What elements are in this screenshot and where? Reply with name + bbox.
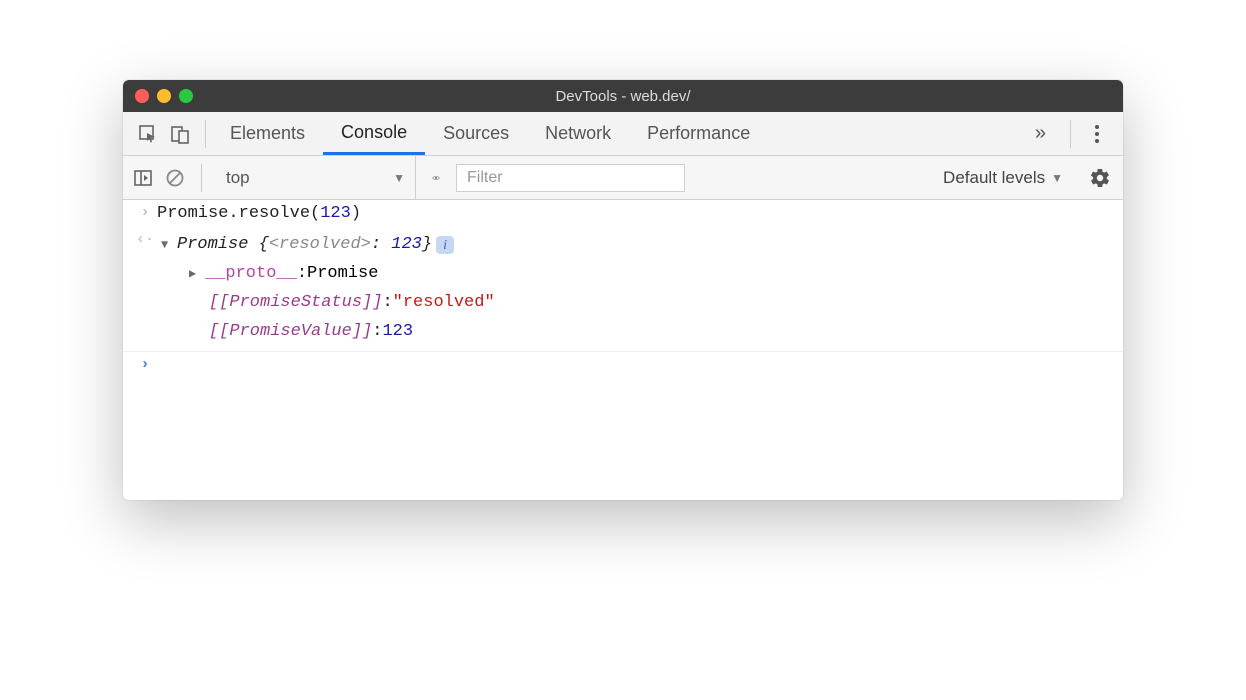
disclosure-triangle-icon[interactable] — [189, 264, 205, 284]
brace: } — [422, 235, 432, 254]
prompt-chevron-icon: › — [133, 356, 157, 373]
internal-slot-key: [[PromiseStatus]] — [209, 289, 382, 318]
proto-key: __proto__ — [205, 260, 297, 289]
log-levels-select[interactable]: Default levels ▼ — [935, 168, 1071, 188]
maximize-window-button[interactable] — [179, 89, 193, 103]
console-prompt-row[interactable]: › — [123, 352, 1123, 377]
tab-console[interactable]: Console — [323, 112, 425, 155]
separator — [205, 120, 206, 148]
dropdown-triangle-icon: ▼ — [1051, 171, 1063, 185]
context-label: top — [226, 168, 250, 188]
clear-console-icon[interactable] — [163, 166, 187, 190]
constructor-name: Promise — [177, 235, 248, 254]
close-window-button[interactable] — [135, 89, 149, 103]
separator — [201, 164, 202, 192]
code-number: 123 — [320, 204, 351, 223]
promise-status-row[interactable]: [[PromiseStatus]]: "resolved" — [161, 289, 1113, 318]
devtools-window: DevTools - web.dev/ Elements Console Sou… — [123, 80, 1123, 500]
live-expression-icon[interactable] — [424, 166, 448, 190]
proto-row[interactable]: __proto__: Promise — [161, 260, 1113, 289]
minimize-window-button[interactable] — [157, 89, 171, 103]
separator-text: : — [372, 318, 382, 347]
input-chevron-icon: › — [133, 204, 157, 221]
brace: { — [259, 235, 269, 254]
console-toolbar: top ▼ Default levels ▼ — [123, 156, 1123, 200]
inspect-element-icon[interactable] — [137, 123, 159, 145]
separator-text: : — [382, 289, 392, 318]
promise-value-row[interactable]: [[PromiseValue]]: 123 — [161, 318, 1113, 347]
output-chevron-icon: ‹· — [133, 231, 157, 248]
separator-text: : — [371, 235, 391, 254]
input-expression[interactable]: Promise.resolve(123) — [157, 204, 1113, 223]
tab-network[interactable]: Network — [527, 112, 629, 155]
info-icon[interactable]: i — [436, 236, 454, 254]
code-text: Promise.resolve( — [157, 204, 320, 223]
internal-slot-key: [[PromiseValue]] — [209, 318, 372, 347]
separator-text: : — [297, 260, 307, 289]
more-tabs-button[interactable]: » — [1027, 122, 1054, 145]
console-output: › Promise.resolve(123) ‹· Promise {<reso… — [123, 200, 1123, 500]
console-result-row: ‹· Promise {<resolved>: 123} i __proto__… — [123, 227, 1123, 352]
window-title: DevTools - web.dev/ — [123, 88, 1123, 105]
panel-tabstrip: Elements Console Sources Network Perform… — [123, 112, 1123, 156]
separator — [1070, 120, 1071, 148]
summary-value: 123 — [391, 235, 422, 254]
disclosure-triangle-icon[interactable] — [161, 235, 177, 255]
traffic-lights — [135, 89, 193, 103]
code-text: ) — [351, 204, 361, 223]
tab-elements[interactable]: Elements — [212, 112, 323, 155]
toggle-sidebar-icon[interactable] — [131, 166, 155, 190]
console-input-row: › Promise.resolve(123) — [123, 200, 1123, 227]
state-label: <resolved> — [269, 235, 371, 254]
console-settings-icon[interactable] — [1079, 167, 1115, 189]
status-value: "resolved" — [393, 289, 495, 318]
execution-context-select[interactable]: top ▼ — [216, 156, 416, 199]
device-toolbar-icon[interactable] — [169, 123, 191, 145]
proto-value: Promise — [307, 260, 378, 289]
levels-label: Default levels — [943, 168, 1045, 188]
titlebar: DevTools - web.dev/ — [123, 80, 1123, 112]
dropdown-triangle-icon: ▼ — [393, 171, 405, 185]
filter-input[interactable] — [456, 164, 685, 192]
object-summary[interactable]: Promise {<resolved>: 123} i — [161, 231, 1113, 260]
tab-sources[interactable]: Sources — [425, 112, 527, 155]
tab-performance[interactable]: Performance — [629, 112, 768, 155]
value-value: 123 — [382, 318, 413, 347]
settings-menu-button[interactable] — [1087, 125, 1107, 143]
